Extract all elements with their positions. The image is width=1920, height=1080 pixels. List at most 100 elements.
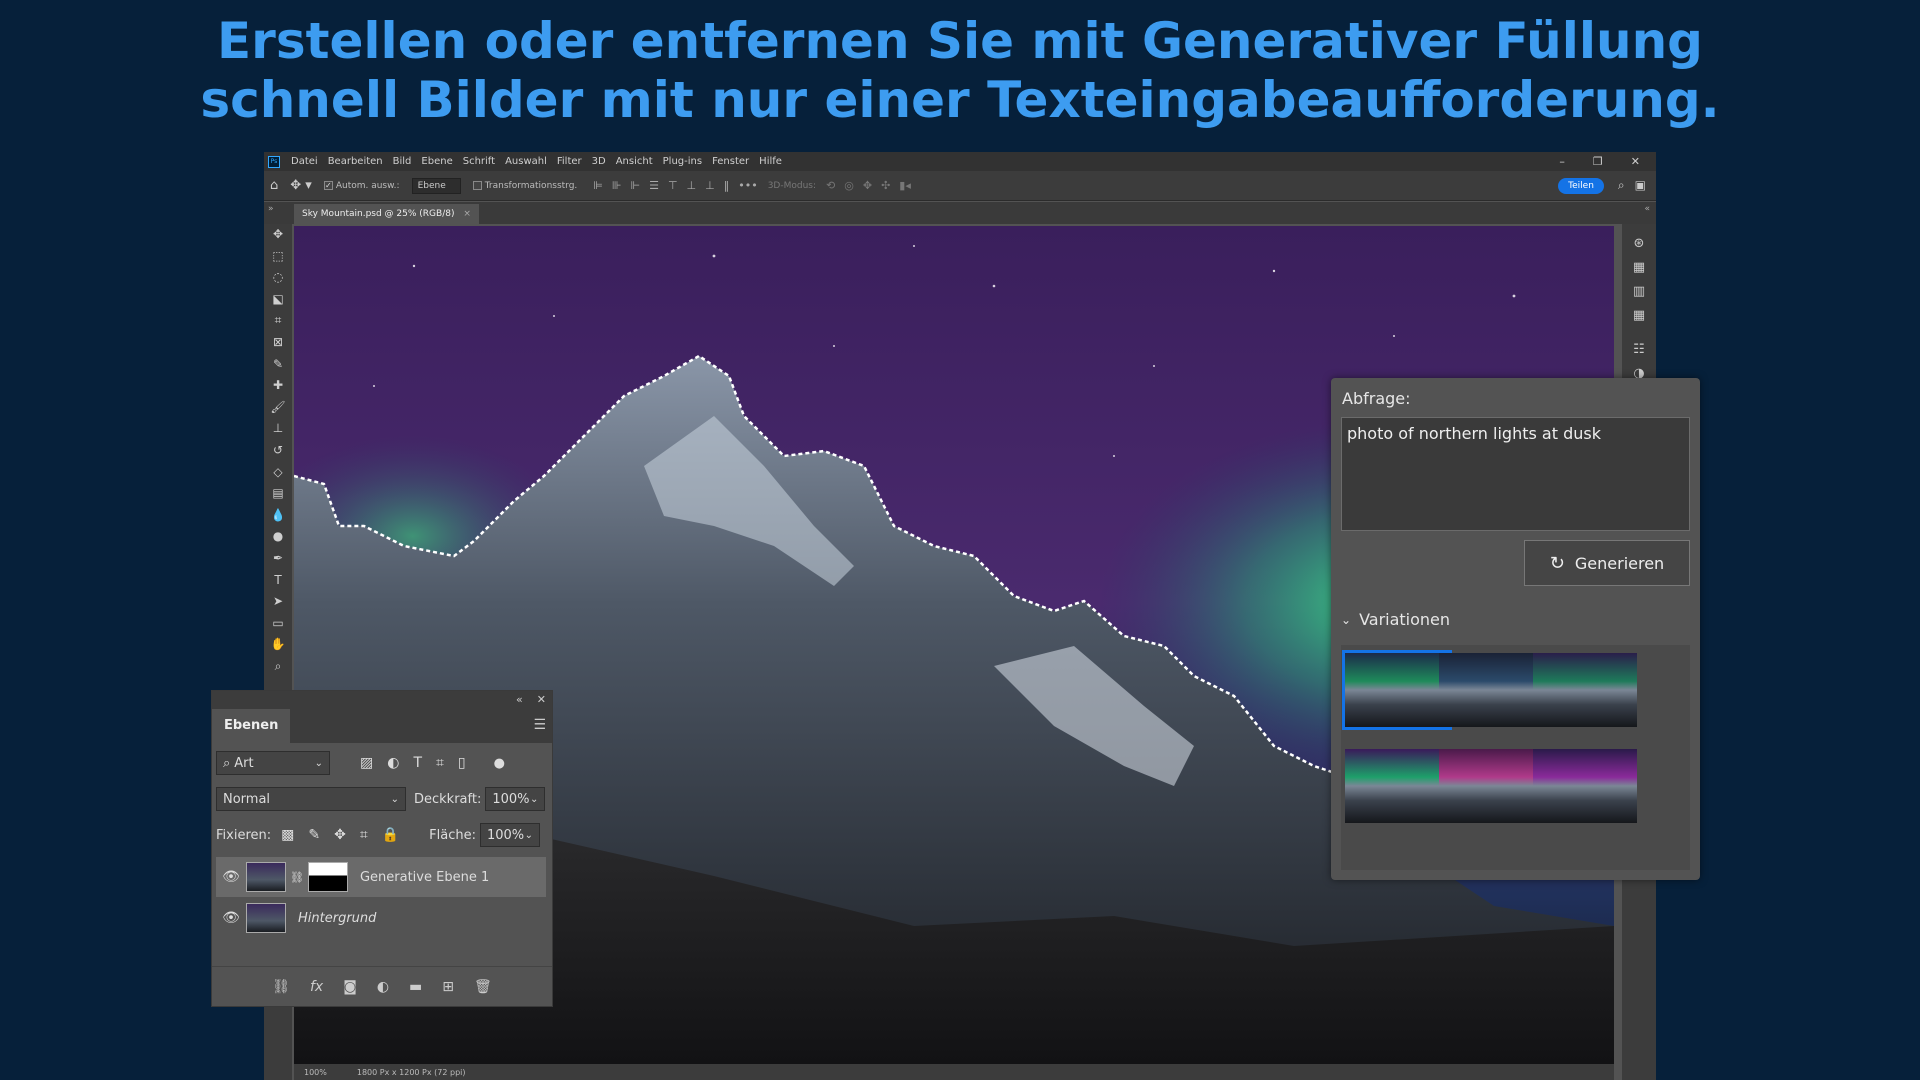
- gradients-icon[interactable]: ▥: [1622, 280, 1656, 304]
- properties-icon[interactable]: ☷: [1622, 338, 1656, 362]
- swatches-icon[interactable]: ▦: [1622, 256, 1656, 280]
- layer-row[interactable]: 👁 Hintergrund: [216, 898, 546, 938]
- distribute-icon[interactable]: ☰: [649, 179, 659, 192]
- lock-artboard-icon[interactable]: ⌗: [360, 827, 368, 843]
- auto-select-checkbox[interactable]: ✓ Autom. ausw.:: [323, 181, 400, 191]
- panel-close-icon[interactable]: ✕: [537, 691, 546, 709]
- eraser-tool-icon[interactable]: ◇: [264, 462, 292, 484]
- transform-controls-checkbox[interactable]: Transformationsstrg.: [472, 181, 577, 191]
- variation-thumbnail-4[interactable]: [1345, 749, 1449, 823]
- opacity-field[interactable]: 100% ⌄: [485, 787, 546, 811]
- home-icon[interactable]: ⌂: [270, 178, 278, 193]
- eye-icon[interactable]: 👁: [216, 869, 246, 885]
- filter-shape-icon[interactable]: ⌗: [436, 755, 444, 771]
- menu-filter[interactable]: Filter: [552, 156, 587, 167]
- path-select-tool-icon[interactable]: ➤: [264, 591, 292, 613]
- filter-toggle-icon[interactable]: ●: [494, 756, 505, 771]
- 3d-camera-icon[interactable]: ▮◂: [899, 179, 911, 192]
- variation-thumbnail-3[interactable]: [1533, 653, 1637, 727]
- filter-adjustment-icon[interactable]: ◐: [387, 755, 399, 771]
- menu-datei[interactable]: Datei: [286, 156, 323, 167]
- align-right-icon[interactable]: ⊩: [630, 179, 640, 192]
- object-select-tool-icon[interactable]: ⬕: [264, 289, 292, 311]
- minimize-icon[interactable]: –: [1559, 155, 1565, 168]
- stamp-tool-icon[interactable]: ⊥: [264, 418, 292, 440]
- 3d-pan-icon[interactable]: ✥: [863, 179, 872, 192]
- search-icon[interactable]: ⌕: [1618, 178, 1625, 193]
- history-brush-tool-icon[interactable]: ↺: [264, 440, 292, 462]
- distribute-vertical-icon[interactable]: ‖: [724, 179, 730, 192]
- filter-pixel-icon[interactable]: ▨: [360, 755, 373, 771]
- move-tool-icon[interactable]: ✥: [264, 224, 292, 246]
- dodge-tool-icon[interactable]: ●: [264, 526, 292, 548]
- patterns-icon[interactable]: ▦: [1622, 304, 1656, 328]
- new-adjustment-icon[interactable]: ◐: [377, 979, 389, 995]
- eyedropper-tool-icon[interactable]: ✎: [264, 354, 292, 376]
- workspace-icon[interactable]: ▣: [1635, 178, 1646, 193]
- lock-transparency-icon[interactable]: ▩: [281, 827, 294, 843]
- menu-schrift[interactable]: Schrift: [458, 156, 500, 167]
- variation-thumbnail-5[interactable]: [1439, 749, 1543, 823]
- rectangle-tool-icon[interactable]: ▭: [264, 613, 292, 635]
- align-center-icon[interactable]: ⊪: [612, 179, 622, 192]
- tab-close-icon[interactable]: ×: [463, 209, 471, 219]
- blend-mode-dropdown[interactable]: Normal ⌄: [216, 787, 406, 811]
- menu-fenster[interactable]: Fenster: [707, 156, 754, 167]
- variation-thumbnail-1[interactable]: [1342, 650, 1452, 730]
- 3d-orbit-icon[interactable]: ⟲: [826, 179, 835, 192]
- prompt-input[interactable]: photo of northern lights at dusk: [1341, 417, 1690, 531]
- blur-tool-icon[interactable]: 💧: [264, 505, 292, 527]
- variation-thumbnail-2[interactable]: [1439, 653, 1543, 727]
- align-left-icon[interactable]: ⊫: [593, 179, 603, 192]
- document-tab[interactable]: Sky Mountain.psd @ 25% (RGB/8) ×: [294, 204, 479, 224]
- layer-row[interactable]: 👁 ⛓ Generative Ebene 1: [216, 857, 546, 897]
- menu-ansicht[interactable]: Ansicht: [611, 156, 658, 167]
- align-bottom-icon[interactable]: ⊥: [705, 179, 715, 192]
- eye-icon[interactable]: 👁: [216, 910, 246, 926]
- type-tool-icon[interactable]: T: [264, 570, 292, 592]
- collapse-left-icon[interactable]: »: [268, 204, 274, 214]
- collapse-right-icon[interactable]: «: [1644, 204, 1650, 214]
- filter-type-icon[interactable]: T: [413, 755, 422, 771]
- fill-field[interactable]: 100% ⌄: [479, 823, 540, 847]
- collapse-panel-icon[interactable]: «: [516, 691, 523, 709]
- more-options-icon[interactable]: •••: [738, 179, 757, 192]
- variation-thumbnail-6[interactable]: [1533, 749, 1637, 823]
- pen-tool-icon[interactable]: ✒: [264, 548, 292, 570]
- new-layer-icon[interactable]: ⊞: [442, 979, 454, 995]
- new-group-icon[interactable]: ▬: [409, 979, 422, 995]
- menu-ebene[interactable]: Ebene: [416, 156, 457, 167]
- menu-bild[interactable]: Bild: [388, 156, 417, 167]
- auto-select-dropdown[interactable]: Ebene: [411, 177, 461, 194]
- crop-tool-icon[interactable]: ⌗: [264, 310, 292, 332]
- healing-brush-tool-icon[interactable]: ✚: [264, 375, 292, 397]
- menu-bearbeiten[interactable]: Bearbeiten: [323, 156, 388, 167]
- hand-tool-icon[interactable]: ✋: [264, 634, 292, 656]
- variations-header[interactable]: ⌄ Variationen: [1341, 610, 1450, 629]
- generate-button[interactable]: ↻ Generieren: [1524, 540, 1690, 586]
- zoom-level[interactable]: 100%: [304, 1068, 327, 1077]
- frame-tool-icon[interactable]: ⊠: [264, 332, 292, 354]
- fx-icon[interactable]: fx: [310, 979, 323, 995]
- menu-auswahl[interactable]: Auswahl: [500, 156, 552, 167]
- menu-3d[interactable]: 3D: [587, 156, 611, 167]
- learn-icon[interactable]: ⊛: [1622, 232, 1656, 256]
- chain-link-icon[interactable]: ⛓: [290, 871, 304, 884]
- layer-filter-dropdown[interactable]: ⌕ Art ⌄: [216, 751, 330, 775]
- 3d-slide-icon[interactable]: ✣: [881, 179, 890, 192]
- trash-icon[interactable]: 🗑: [474, 979, 492, 995]
- add-mask-icon[interactable]: ◙: [343, 979, 357, 995]
- lock-pixels-icon[interactable]: ✎: [308, 827, 320, 843]
- align-middle-icon[interactable]: ⊥: [687, 179, 697, 192]
- restore-icon[interactable]: ❐: [1593, 155, 1603, 168]
- tab-layers[interactable]: Ebenen: [212, 709, 291, 743]
- align-top-icon[interactable]: ⊤: [668, 179, 678, 192]
- lock-all-icon[interactable]: 🔒: [382, 827, 399, 843]
- panel-menu-icon[interactable]: ☰: [533, 717, 546, 733]
- menu-plugins[interactable]: Plug-ins: [658, 156, 707, 167]
- move-tool-preset-icon[interactable]: ✥ ▾: [290, 178, 312, 193]
- gradient-tool-icon[interactable]: ▤: [264, 483, 292, 505]
- 3d-roll-icon[interactable]: ◎: [844, 179, 854, 192]
- menu-hilfe[interactable]: Hilfe: [754, 156, 787, 167]
- brush-tool-icon[interactable]: 🖌: [264, 397, 292, 419]
